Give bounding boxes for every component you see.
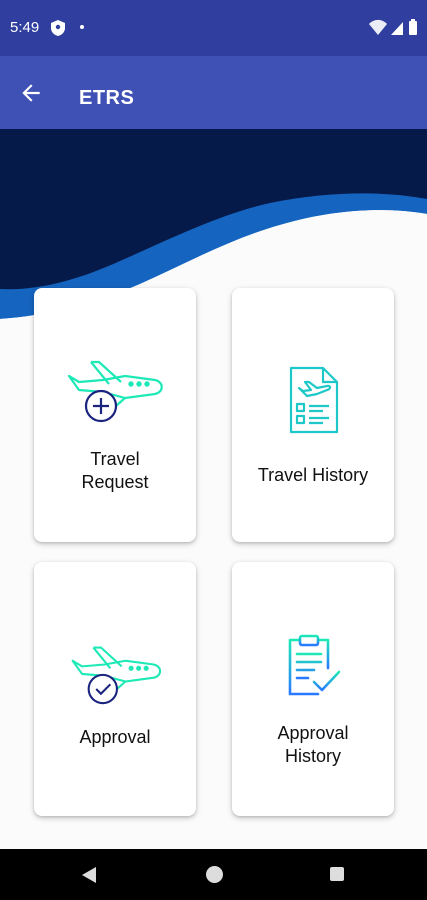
notification-dot-icon [80,25,84,29]
approval-history-label: Approval History [277,723,349,766]
arrow-back-icon[interactable] [18,80,44,106]
travel-document-icon [289,366,339,434]
shield-icon [51,20,65,36]
nav-home-icon[interactable] [206,866,223,883]
app-bar: ETRS [0,56,427,129]
clipboard-check-icon [288,634,341,696]
system-nav-bar [0,849,427,900]
travel-request-label: Travel Request [81,449,149,492]
plane-add-icon [67,360,163,423]
travel-history-card[interactable]: Travel History [232,288,394,542]
travel-request-card[interactable]: Travel Request [34,288,196,542]
status-indicators [369,19,417,35]
signal-icon [391,22,403,35]
battery-icon [409,19,417,35]
nav-back-icon[interactable] [80,866,98,884]
travel-history-label: Travel History [257,465,369,485]
wifi-icon [369,19,387,35]
plane-check-icon [71,646,162,705]
approval-history-card[interactable]: Approval History [232,562,394,816]
page-title: ETRS [79,87,135,109]
nav-recents-icon[interactable] [330,867,344,881]
approval-card[interactable]: Approval [34,562,196,816]
status-bar: 5:49 [0,0,427,56]
status-time: 5:49 [10,19,40,36]
approval-label: Approval [79,727,151,747]
